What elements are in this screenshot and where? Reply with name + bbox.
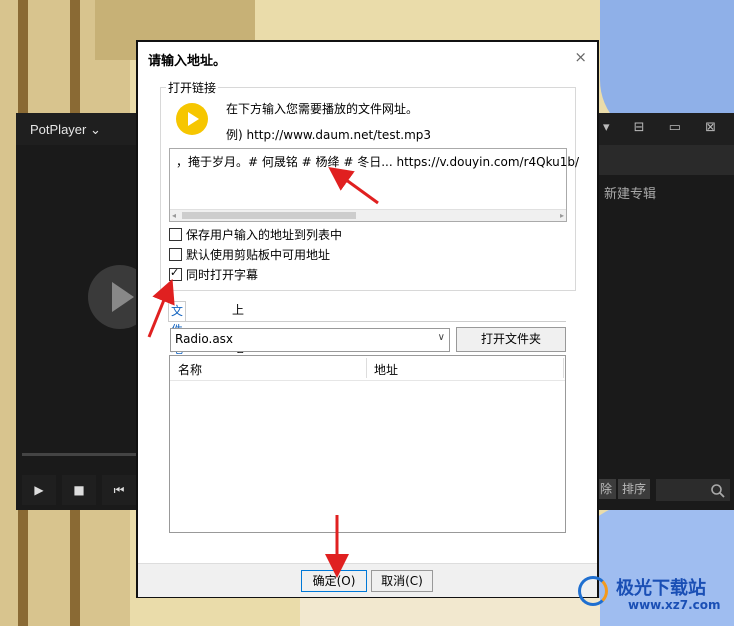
- cancel-button[interactable]: 取消(C): [371, 570, 433, 592]
- checkbox-label: 保存用户输入的地址到列表中: [186, 228, 343, 242]
- watermark-url: www.xz7.com: [628, 598, 721, 612]
- hint-text: 在下方输入您需要播放的文件网址。: [226, 102, 419, 116]
- chevron-down-icon[interactable]: ∨: [438, 332, 445, 343]
- playlist-select[interactable]: Radio.asx ∨: [170, 328, 450, 352]
- column-divider[interactable]: [366, 358, 367, 378]
- wallpaper-floor: [300, 598, 600, 626]
- open-folder-button[interactable]: 打开文件夹: [456, 327, 566, 352]
- new-album-item[interactable]: 新建专辑: [604, 183, 656, 202]
- stop-button[interactable]: ■: [62, 475, 96, 505]
- open-url-dialog: 请输入地址。 × 打开链接 在下方输入您需要播放的文件网址。 例) http:/…: [136, 40, 599, 598]
- checkbox[interactable]: [169, 248, 182, 261]
- potplayer-menu-button[interactable]: PotPlayer ⌄: [30, 122, 101, 138]
- column-header-address[interactable]: 地址: [374, 361, 398, 378]
- dialog-footer: 确定(O) 取消(C): [138, 563, 597, 597]
- column-header-name[interactable]: 名称: [178, 361, 202, 378]
- playlist-select-value: Radio.asx: [175, 332, 234, 346]
- list-header: 名称 地址: [170, 356, 565, 381]
- watermark-icon: [578, 576, 608, 606]
- watermark-logo: 极光下载站 www.xz7.com: [578, 572, 728, 618]
- use-clipboard-checkbox[interactable]: 默认使用剪贴板中可用地址: [169, 246, 330, 262]
- tab-file-address[interactable]: 文件地址: [168, 301, 187, 375]
- search-box[interactable]: [656, 479, 730, 501]
- seek-bar[interactable]: [22, 453, 136, 456]
- dialog-title: 请输入地址。: [148, 54, 227, 69]
- search-icon[interactable]: [710, 483, 726, 499]
- playlist-tab[interactable]: [598, 145, 734, 175]
- save-to-list-checkbox[interactable]: 保存用户输入的地址到列表中: [169, 226, 342, 242]
- play-button[interactable]: ▶: [22, 475, 56, 505]
- tab-previous-address[interactable]: 上一地址: [230, 301, 246, 374]
- address-list[interactable]: 名称 地址: [169, 355, 566, 533]
- checkbox[interactable]: [169, 228, 182, 241]
- previous-button[interactable]: ⏮: [102, 475, 136, 505]
- checkbox-label: 默认使用剪贴板中可用地址: [186, 248, 331, 262]
- column-divider[interactable]: [563, 358, 564, 378]
- dialog-titlebar: 请输入地址。 ×: [138, 42, 597, 74]
- close-icon[interactable]: ×: [574, 48, 587, 66]
- group-label: 打开链接: [166, 79, 219, 96]
- watermark-name: 极光下载站: [616, 578, 706, 599]
- window-controls[interactable]: ▾ ⊟ ▭ ⊠: [603, 120, 726, 135]
- checkbox-checked[interactable]: [169, 266, 182, 281]
- play-icon: [176, 103, 208, 135]
- scroll-left-icon[interactable]: ◂: [172, 210, 176, 221]
- scrollbar-thumb[interactable]: [182, 212, 356, 219]
- open-subtitle-checkbox[interactable]: 同时打开字幕: [169, 266, 258, 282]
- ok-button[interactable]: 确定(O): [301, 570, 367, 592]
- scroll-right-icon[interactable]: ▸: [560, 210, 564, 221]
- tab-divider: [168, 321, 566, 322]
- horizontal-scrollbar[interactable]: ◂ ▸: [170, 209, 566, 221]
- delete-button[interactable]: 除: [596, 479, 617, 499]
- url-input-value[interactable]: ，掩于岁月。# 何晟铭 # 杨绛 # 冬日... https://v.douyi…: [176, 153, 579, 170]
- sort-button[interactable]: 排序: [618, 479, 651, 499]
- url-input[interactable]: ，掩于岁月。# 何晟铭 # 杨绛 # 冬日... https://v.douyi…: [169, 148, 579, 222]
- example-text: 例) http://www.daum.net/test.mp3: [226, 128, 432, 142]
- checkbox-label: 同时打开字幕: [186, 268, 259, 282]
